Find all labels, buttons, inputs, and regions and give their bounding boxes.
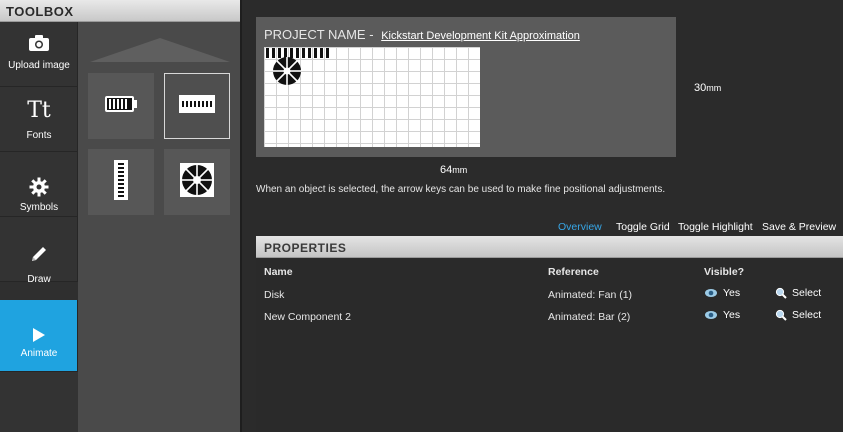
column-header-name: Name [264, 266, 293, 278]
pencil-icon [0, 243, 78, 265]
play-icon [0, 324, 78, 346]
camera-icon [0, 32, 78, 54]
eye-icon [705, 289, 717, 297]
width-value: 64 [440, 164, 453, 176]
symbol-fan[interactable] [164, 149, 230, 215]
tab-save-preview[interactable]: Save & Preview [762, 221, 836, 233]
visibility-label: Yes [723, 287, 741, 299]
tool-fonts[interactable]: Tt Fonts [0, 87, 78, 152]
toolbox-panel: TOOLBOX Upload image Tt Fonts Symbols Dr… [0, 0, 240, 432]
toolbox-title: TOOLBOX [6, 4, 74, 19]
visibility-label: Yes [723, 309, 741, 321]
symbol-horizontal-bar[interactable] [164, 73, 230, 139]
select-link[interactable]: Select [775, 287, 821, 299]
tool-draw[interactable]: Draw [0, 217, 78, 285]
fan-icon [180, 162, 214, 202]
tool-upload-image[interactable]: Upload image [0, 22, 78, 87]
tool-symbols[interactable]: Symbols [0, 152, 78, 217]
tool-nav: Upload image Tt Fonts Symbols Draw Anima… [0, 22, 78, 432]
symbol-vertical-bar[interactable] [88, 149, 154, 215]
gear-icon [0, 176, 78, 198]
properties-header: PROPERTIES [256, 236, 843, 258]
select-link[interactable]: Select [775, 309, 821, 321]
column-header-reference: Reference [548, 266, 599, 278]
text-tt-icon: Tt [27, 97, 51, 123]
eye-icon [705, 311, 717, 319]
panel-divider [240, 0, 242, 432]
tool-label: Fonts [26, 130, 52, 141]
positioning-hint: When an object is selected, the arrow ke… [256, 184, 666, 195]
vertical-bar-icon [114, 159, 128, 205]
design-grid[interactable] [264, 47, 480, 147]
select-label: Select [792, 309, 822, 321]
select-label: Select [792, 287, 822, 299]
height-value: 30 [694, 82, 707, 94]
tool-label: Symbols [19, 202, 59, 213]
tool-nav-filler [0, 372, 78, 432]
row-reference: Animated: Bar (2) [548, 311, 631, 323]
row-name: New Component 2 [264, 311, 351, 323]
visibility-toggle[interactable]: Yes [704, 309, 740, 321]
scroll-up-arrow[interactable] [90, 38, 230, 62]
canvas-width-dimension: 64mm [440, 164, 467, 176]
properties-title: PROPERTIES [264, 241, 347, 255]
canvas-height-dimension: 30mm [694, 82, 721, 94]
tab-toggle-grid[interactable]: Toggle Grid [616, 221, 670, 233]
project-label: PROJECT NAME - [264, 27, 374, 42]
magnifier-icon [775, 287, 787, 299]
battery-bar-icon [104, 95, 138, 118]
tool-label: Animate [20, 348, 58, 359]
magnifier-icon [775, 309, 787, 321]
tab-overview[interactable]: Overview [558, 221, 602, 233]
tool-animate[interactable]: Animate [0, 300, 78, 372]
toolbox-header: TOOLBOX [0, 0, 240, 22]
project-name[interactable]: Kickstart Development Kit Approximation [381, 30, 580, 42]
height-unit: mm [706, 83, 722, 93]
app-window: TOOLBOX Upload image Tt Fonts Symbols Dr… [0, 0, 843, 432]
component-fan[interactable] [272, 56, 302, 86]
width-unit: mm [452, 165, 468, 175]
visibility-toggle[interactable]: Yes [704, 287, 740, 299]
symbol-battery-bar[interactable] [88, 73, 154, 139]
tool-label: Draw [27, 274, 51, 285]
column-header-visible: Visible? [704, 266, 745, 278]
tool-label: Upload image [8, 60, 70, 71]
project-name-line: PROJECT NAME - Kickstart Development Kit… [264, 27, 580, 42]
tab-toggle-highlight[interactable]: Toggle Highlight [678, 221, 753, 233]
horizontal-bar-icon [179, 94, 215, 118]
row-name: Disk [264, 289, 285, 301]
row-reference: Animated: Fan (1) [548, 289, 633, 301]
